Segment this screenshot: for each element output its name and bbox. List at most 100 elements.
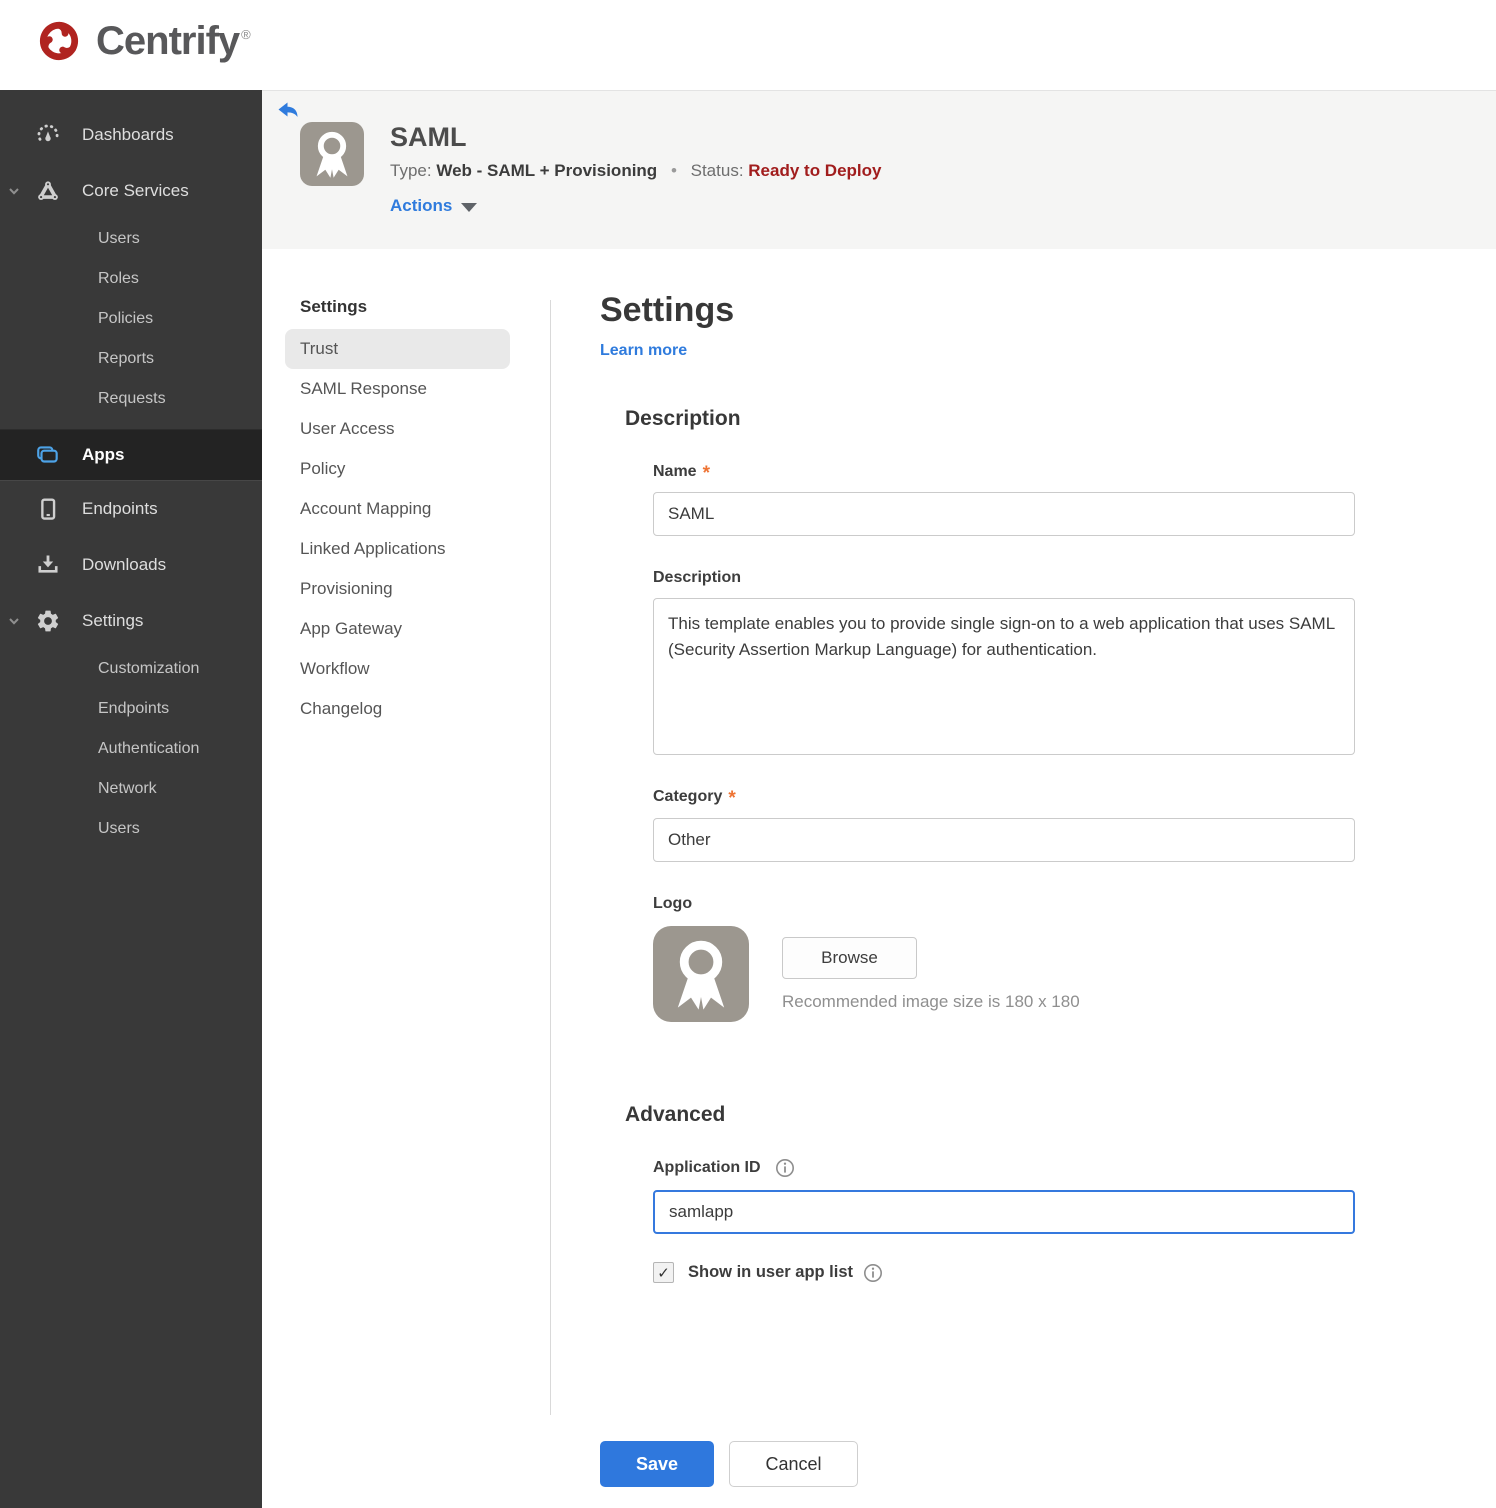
application-id-input[interactable]	[653, 1190, 1355, 1234]
advanced-section-heading: Advanced	[625, 1103, 726, 1126]
sidebar-item-label: Dashboards	[82, 125, 174, 144]
nav-item-user-access[interactable]: User Access	[285, 409, 510, 449]
description-textarea[interactable]: This template enables you to provide sin…	[653, 598, 1355, 755]
app-logo-badge	[300, 122, 364, 186]
learn-more-link[interactable]: Learn more	[600, 342, 687, 360]
nav-item-linked-applications[interactable]: Linked Applications	[285, 529, 510, 569]
chevron-down-icon[interactable]	[7, 614, 21, 628]
centrify-admin-screen: Centrify ® Dashboards Core Services User…	[0, 0, 1496, 1508]
award-ribbon-icon	[316, 131, 348, 178]
sidebar-item-core-services[interactable]: Core Services	[0, 163, 262, 219]
actions-label: Actions	[390, 196, 453, 215]
top-bar: Centrify ®	[0, 0, 1496, 90]
form-footer: Save Cancel	[600, 1441, 858, 1487]
sidebar-item-settings[interactable]: Settings	[0, 593, 262, 649]
logo-label: Logo	[653, 895, 693, 912]
centrify-logo: Centrify ®	[30, 12, 251, 70]
nav-item-changelog[interactable]: Changelog	[285, 689, 510, 729]
logo-size-hint: Recommended image size is 180 x 180	[782, 992, 1080, 1011]
core-services-icon	[35, 178, 61, 204]
cancel-button[interactable]: Cancel	[729, 1441, 858, 1487]
sidebar-item-authentication[interactable]: Authentication	[0, 729, 262, 769]
status-value: Ready to Deploy	[748, 161, 882, 180]
info-icon[interactable]	[775, 1158, 795, 1178]
core-services-submenu: Users Roles Policies Reports Requests	[0, 219, 262, 419]
type-value: Web - SAML + Provisioning	[436, 161, 658, 180]
sidebar-item-reports[interactable]: Reports	[0, 339, 262, 379]
sidebar-item-policies[interactable]: Policies	[0, 299, 262, 339]
show-in-user-app-list-checkbox[interactable]: ✓	[653, 1262, 674, 1283]
download-icon	[35, 552, 61, 578]
sidebar-item-network[interactable]: Network	[0, 769, 262, 809]
nav-item-saml-response[interactable]: SAML Response	[285, 369, 510, 409]
checkmark-icon: ✓	[657, 1264, 670, 1282]
settings-nav: Settings Trust SAML Response User Access…	[285, 297, 510, 729]
sidebar-item-customization[interactable]: Customization	[0, 649, 262, 689]
nav-item-account-mapping[interactable]: Account Mapping	[285, 489, 510, 529]
logo-controls: Browse Recommended image size is 180 x 1…	[782, 926, 1080, 1012]
nav-item-policy[interactable]: Policy	[285, 449, 510, 489]
device-icon	[35, 496, 61, 522]
caret-down-icon	[461, 202, 478, 212]
sidebar-item-settings-users[interactable]: Users	[0, 809, 262, 849]
vertical-divider	[550, 300, 551, 1415]
app-meta-line: Type: Web - SAML + Provisioning • Status…	[390, 161, 881, 181]
advanced-fields: Application ID ✓ Show in user app list	[653, 1158, 1370, 1283]
sidebar-item-label: Apps	[82, 445, 125, 464]
meta-separator: •	[670, 161, 677, 180]
chevron-down-icon[interactable]	[7, 184, 21, 198]
sidebar-item-users[interactable]: Users	[0, 219, 262, 259]
nav-item-workflow[interactable]: Workflow	[285, 649, 510, 689]
required-marker: *	[728, 788, 736, 809]
required-marker: *	[702, 463, 710, 484]
app-header: SAML Type: Web - SAML + Provisioning • S…	[262, 90, 1496, 249]
sidebar: Dashboards Core Services Users Roles Pol…	[0, 90, 262, 1508]
nav-item-trust[interactable]: Trust	[285, 329, 510, 369]
settings-submenu: Customization Endpoints Authentication N…	[0, 649, 262, 849]
nav-item-provisioning[interactable]: Provisioning	[285, 569, 510, 609]
settings-nav-list: Trust SAML Response User Access Policy A…	[285, 329, 510, 729]
brand-name: Centrify ®	[96, 18, 251, 63]
category-label: Category *	[653, 788, 736, 809]
sidebar-item-label: Core Services	[82, 181, 189, 200]
apps-icon	[35, 442, 61, 468]
show-in-user-app-list-row: ✓ Show in user app list	[653, 1262, 1370, 1283]
app-title: SAML	[390, 122, 467, 152]
settings-form: Settings Learn more Description Name * D…	[600, 290, 1370, 1283]
sidebar-item-label: Settings	[82, 611, 144, 630]
award-ribbon-icon	[677, 940, 725, 1010]
category-input[interactable]	[653, 818, 1355, 862]
sidebar-item-settings-endpoints[interactable]: Endpoints	[0, 689, 262, 729]
type-label: Type:	[390, 161, 432, 180]
application-id-label: Application ID	[653, 1158, 1370, 1178]
centrify-logo-icon	[39, 21, 79, 61]
sidebar-item-requests[interactable]: Requests	[0, 379, 262, 419]
browse-button[interactable]: Browse	[782, 937, 917, 979]
gauge-icon	[35, 122, 61, 148]
settings-nav-header: Settings	[300, 297, 368, 316]
status-label: Status:	[690, 161, 744, 180]
sidebar-item-dashboards[interactable]: Dashboards	[0, 107, 262, 163]
show-in-user-app-list-label: Show in user app list	[688, 1263, 854, 1281]
sidebar-item-label: Downloads	[82, 555, 167, 574]
sidebar-item-endpoints[interactable]: Endpoints	[0, 481, 262, 537]
nav-item-app-gateway[interactable]: App Gateway	[285, 609, 510, 649]
sidebar-item-label: Endpoints	[82, 499, 158, 518]
registered-mark: ®	[241, 27, 251, 43]
logo-row: Browse Recommended image size is 180 x 1…	[653, 926, 1370, 1022]
save-button[interactable]: Save	[600, 1441, 714, 1487]
name-input[interactable]	[653, 492, 1355, 536]
description-fields: Name * Description This template enables…	[653, 462, 1370, 1022]
app-header-text: SAML Type: Web - SAML + Provisioning • S…	[390, 122, 881, 216]
info-icon[interactable]	[863, 1263, 883, 1283]
app-logo-preview	[653, 926, 749, 1022]
description-label: Description	[653, 569, 742, 586]
gear-icon	[35, 608, 61, 634]
sidebar-item-downloads[interactable]: Downloads	[0, 537, 262, 593]
back-arrow-icon[interactable]	[276, 100, 300, 122]
sidebar-item-roles[interactable]: Roles	[0, 259, 262, 299]
sidebar-item-apps[interactable]: Apps	[0, 429, 262, 481]
page-title: Settings	[600, 291, 735, 329]
name-label: Name *	[653, 463, 710, 484]
actions-dropdown[interactable]: Actions	[390, 196, 881, 216]
